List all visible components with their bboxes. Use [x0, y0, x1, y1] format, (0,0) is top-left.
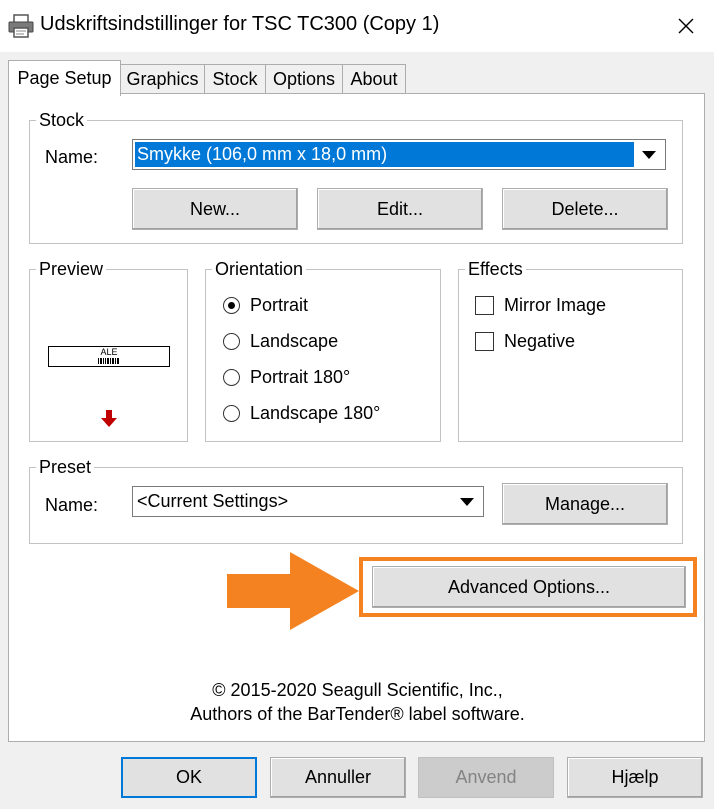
- radio-label: Portrait: [250, 295, 309, 315]
- radio-label: Landscape 180°: [250, 403, 381, 423]
- copyright-text: © 2015-2020 Seagull Scientific, Inc., Au…: [9, 678, 706, 726]
- preset-group-label: Preset: [36, 456, 95, 478]
- edit-stock-button[interactable]: Edit...: [317, 188, 483, 230]
- copyright-line-1: © 2015-2020 Seagull Scientific, Inc.,: [212, 680, 503, 700]
- highlight-arrow-icon: [227, 552, 359, 630]
- radio-button[interactable]: [223, 333, 240, 350]
- radio-label: Portrait 180°: [250, 367, 351, 387]
- window-title: Udskriftsindstillinger for TSC TC300 (Co…: [40, 13, 440, 35]
- ok-button[interactable]: OK: [121, 757, 257, 798]
- negative-checkbox[interactable]: [475, 332, 494, 351]
- copyright-line-2: Authors of the BarTender® label software…: [190, 704, 525, 724]
- tab-stock[interactable]: Stock: [204, 64, 266, 94]
- new-stock-button[interactable]: New...: [132, 188, 298, 230]
- radio-label: Landscape: [250, 331, 339, 351]
- stock-name-dropdown[interactable]: Smykke (106,0 mm x 18,0 mm): [132, 139, 666, 170]
- mirror-image-checkbox-row[interactable]: Mirror Image: [475, 295, 606, 316]
- preset-name-dropdown[interactable]: <Current Settings>: [132, 486, 484, 517]
- close-icon: [678, 18, 694, 34]
- orientation-portrait-180-option[interactable]: Portrait 180°: [223, 367, 350, 388]
- mirror-image-checkbox[interactable]: [475, 296, 494, 315]
- title-bar: Udskriftsindstillinger for TSC TC300 (Co…: [0, 0, 714, 52]
- radio-button[interactable]: [223, 297, 240, 314]
- tab-graphics[interactable]: Graphics: [120, 64, 205, 94]
- orientation-group: Orientation Portrait Landscape Portrait …: [205, 258, 441, 442]
- orientation-group-label: Orientation: [212, 258, 307, 280]
- negative-checkbox-row[interactable]: Negative: [475, 331, 575, 352]
- preview-group-label: Preview: [36, 258, 107, 280]
- help-button[interactable]: Hjælp: [567, 757, 703, 798]
- stock-name-label: Name:: [45, 147, 99, 167]
- chevron-down-icon: [460, 497, 474, 506]
- preset-group: Preset Name: <Current Settings> Manage..…: [29, 456, 683, 544]
- apply-button[interactable]: Anvend: [418, 757, 554, 798]
- printer-icon: [8, 14, 34, 38]
- advanced-options-button[interactable]: Advanced Options...: [372, 566, 686, 608]
- radio-button[interactable]: [223, 369, 240, 386]
- label-preview-text: ALE: [100, 347, 118, 357]
- barcode-icon: [98, 358, 119, 364]
- label-preview: ALE: [48, 346, 170, 367]
- manage-preset-button[interactable]: Manage...: [502, 483, 668, 525]
- stock-name-value: Smykke (106,0 mm x 18,0 mm): [135, 142, 635, 167]
- chevron-down-icon: [642, 150, 656, 159]
- dropdown-arrow[interactable]: [634, 141, 664, 168]
- preset-name-value: <Current Settings>: [137, 491, 289, 511]
- delete-stock-button[interactable]: Delete...: [502, 188, 668, 230]
- feed-direction-arrow-icon: [101, 410, 117, 427]
- preset-name-label: Name:: [45, 495, 99, 515]
- orientation-landscape-180-option[interactable]: Landscape 180°: [223, 403, 380, 424]
- dropdown-arrow[interactable]: [452, 488, 482, 515]
- radio-button[interactable]: [223, 405, 240, 422]
- orientation-landscape-option[interactable]: Landscape: [223, 331, 338, 352]
- tab-panel-page-setup: Stock Name: Smykke (106,0 mm x 18,0 mm) …: [8, 93, 705, 742]
- orientation-portrait-option[interactable]: Portrait: [223, 295, 308, 316]
- close-button[interactable]: [664, 8, 708, 44]
- preview-group: Preview ALE: [29, 258, 188, 442]
- stock-group-label: Stock: [36, 109, 88, 131]
- cancel-button[interactable]: Annuller: [270, 757, 406, 798]
- checkbox-label: Mirror Image: [504, 295, 607, 315]
- tab-options[interactable]: Options: [265, 64, 343, 94]
- tab-page-setup[interactable]: Page Setup: [8, 60, 121, 96]
- checkbox-label: Negative: [504, 331, 576, 351]
- tab-about[interactable]: About: [342, 64, 406, 94]
- effects-group: Effects Mirror Image Negative: [458, 258, 683, 442]
- stock-group: Stock Name: Smykke (106,0 mm x 18,0 mm) …: [29, 109, 683, 244]
- effects-group-label: Effects: [465, 258, 526, 280]
